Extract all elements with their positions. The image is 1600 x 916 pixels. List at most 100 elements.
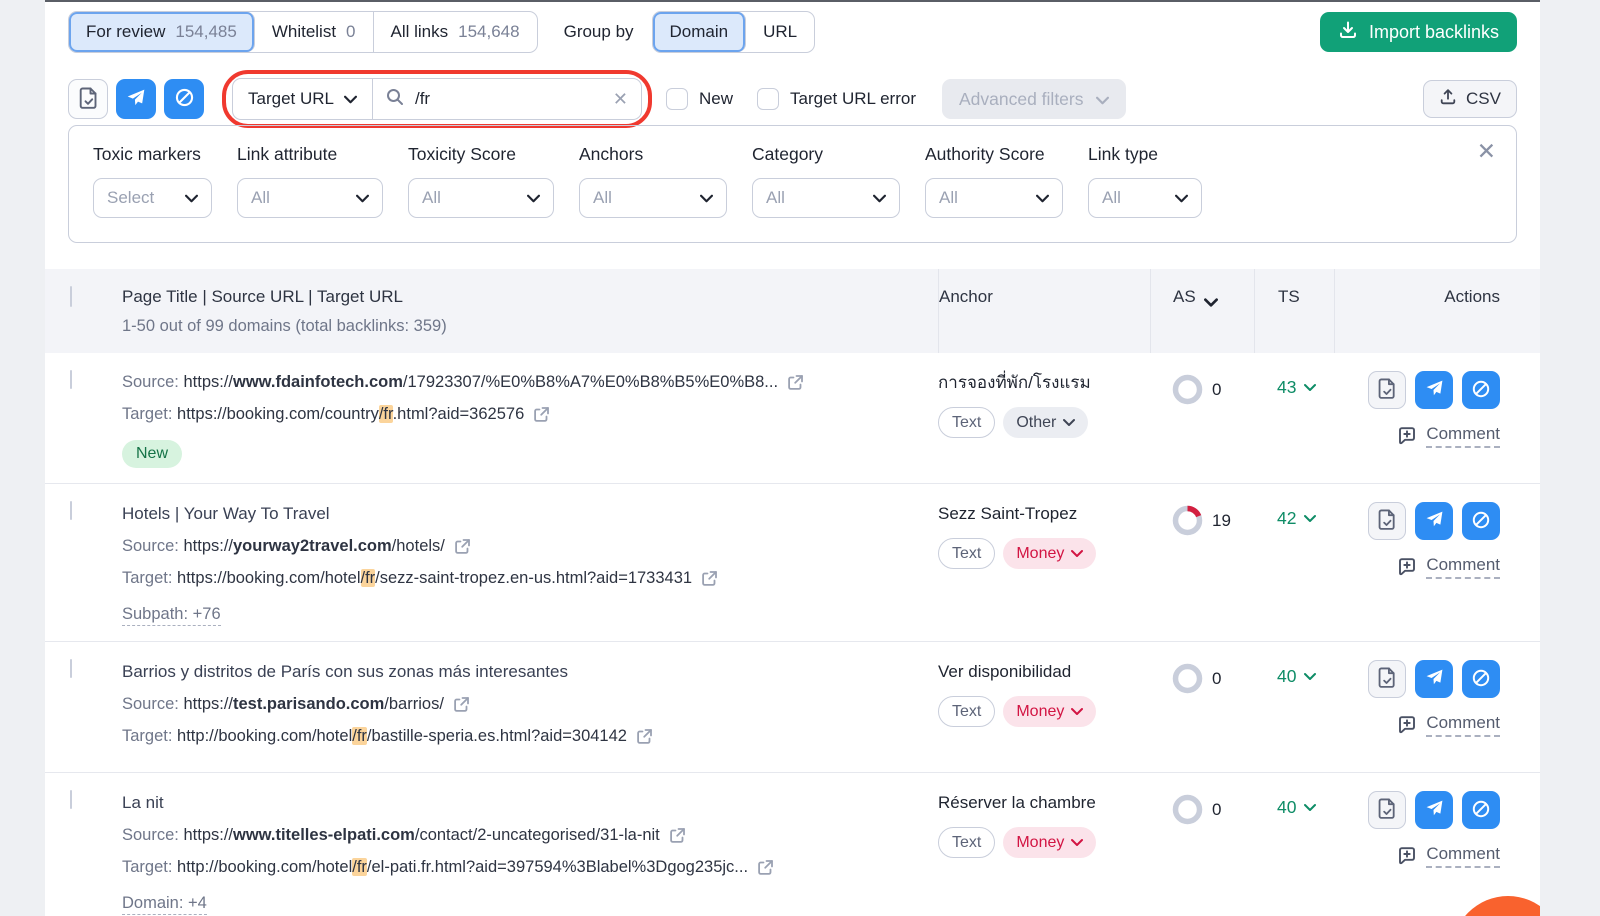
- filter-toxic-markers: Toxic markers Select: [93, 144, 212, 218]
- category-tag-dropdown[interactable]: Money: [1003, 827, 1096, 858]
- keep-for-review-button[interactable]: [1368, 502, 1406, 540]
- external-link-icon[interactable]: [701, 570, 718, 587]
- category-tag-dropdown[interactable]: Money: [1003, 696, 1096, 727]
- page-title[interactable]: La nit: [122, 791, 918, 814]
- comment-link[interactable]: Comment: [1334, 555, 1500, 579]
- expand-link[interactable]: Domain: +4: [122, 894, 207, 915]
- chevron-down-icon: [1063, 418, 1075, 427]
- source-url[interactable]: https://yourway2travel.com/hotels/: [183, 537, 444, 555]
- toxicity-score-dropdown[interactable]: 40: [1277, 797, 1334, 818]
- link-type-select[interactable]: All: [1088, 178, 1202, 218]
- group-by-url[interactable]: URL: [746, 12, 814, 52]
- table-row: La nitSource: https://www.titelles-elpat…: [45, 772, 1540, 916]
- toxicity-score-dropdown[interactable]: 40: [1277, 666, 1334, 687]
- external-link-icon[interactable]: [453, 696, 470, 713]
- search-field-dropdown[interactable]: Target URL: [233, 79, 373, 119]
- move-to-whitelist-button[interactable]: [116, 79, 156, 119]
- group-by-domain[interactable]: Domain: [653, 12, 747, 52]
- comment-link[interactable]: Comment: [1334, 424, 1500, 448]
- checkbox[interactable]: [757, 88, 779, 110]
- export-csv-button[interactable]: CSV: [1423, 80, 1517, 118]
- external-link-icon[interactable]: [636, 728, 653, 745]
- select-value: All: [251, 188, 270, 208]
- anchor-text: Réserver la chambre: [938, 791, 1150, 814]
- target-url-error-checkbox[interactable]: Target URL error: [757, 88, 916, 110]
- block-button[interactable]: [1462, 660, 1500, 698]
- toxic-markers-select[interactable]: Select: [93, 178, 212, 218]
- anchors-select[interactable]: All: [579, 178, 727, 218]
- block-button[interactable]: [1462, 791, 1500, 829]
- new-filter-checkbox[interactable]: New: [666, 88, 733, 110]
- external-link-icon[interactable]: [787, 374, 804, 391]
- sort-chevron-icon: [1204, 292, 1218, 312]
- source-url[interactable]: https://test.parisando.com/barrios/: [183, 695, 443, 713]
- category-select[interactable]: All: [752, 178, 900, 218]
- external-link-icon[interactable]: [454, 538, 471, 555]
- target-url[interactable]: http://booking.com/hotel/fr/el-pati.fr.h…: [177, 858, 748, 876]
- tab-count: 154,485: [175, 22, 236, 42]
- chevron-down-icon: [344, 89, 357, 109]
- keep-for-review-button[interactable]: [1368, 791, 1406, 829]
- external-link-icon[interactable]: [533, 406, 550, 423]
- move-to-blocklist-button[interactable]: [164, 79, 204, 119]
- advanced-filters-dropdown[interactable]: Advanced filters: [942, 79, 1126, 119]
- source-url[interactable]: https://www.titelles-elpati.com/contact/…: [183, 826, 659, 844]
- whitelist-button[interactable]: [1415, 502, 1453, 540]
- authority-score-value: 0: [1212, 669, 1221, 689]
- category-tag-dropdown[interactable]: Money: [1003, 538, 1096, 569]
- filter-label: Toxicity Score: [408, 144, 554, 165]
- row-checkbox[interactable]: [70, 370, 72, 389]
- link-type-tag: Text: [938, 696, 995, 727]
- checkbox[interactable]: [666, 88, 688, 110]
- comment-label: Comment: [1426, 555, 1500, 579]
- block-button[interactable]: [1462, 371, 1500, 409]
- tab-whitelist[interactable]: Whitelist 0: [255, 12, 374, 52]
- comment-link[interactable]: Comment: [1334, 713, 1500, 737]
- filter-label: Link type: [1088, 144, 1202, 165]
- comment-link[interactable]: Comment: [1334, 844, 1500, 868]
- paper-plane-icon: [1425, 510, 1444, 532]
- authority-score-select[interactable]: All: [925, 178, 1063, 218]
- external-link-icon[interactable]: [669, 827, 686, 844]
- chevron-down-icon: [700, 188, 713, 208]
- keep-for-review-button[interactable]: [1368, 660, 1406, 698]
- clear-search-icon[interactable]: ✕: [613, 90, 628, 108]
- chevron-down-icon: [1071, 838, 1083, 847]
- row-checkbox[interactable]: [70, 659, 72, 678]
- comment-label: Comment: [1426, 713, 1500, 737]
- target-url[interactable]: http://booking.com/hotel/fr/bastille-spe…: [177, 727, 627, 745]
- category-tag-dropdown[interactable]: Other: [1003, 407, 1088, 438]
- whitelist-button[interactable]: [1415, 660, 1453, 698]
- tab-for-review[interactable]: For review 154,485: [69, 12, 255, 52]
- select-all-checkbox[interactable]: [70, 286, 72, 307]
- tab-all-links[interactable]: All links 154,648: [374, 12, 537, 52]
- toxicity-score-dropdown[interactable]: 43: [1277, 377, 1334, 398]
- close-icon[interactable]: ✕: [1477, 140, 1496, 163]
- tab-label: Whitelist: [272, 22, 336, 42]
- row-checkbox[interactable]: [70, 501, 72, 520]
- search-input[interactable]: /fr: [373, 88, 613, 111]
- target-url[interactable]: https://booking.com/hotel/fr/sezz-saint-…: [177, 569, 692, 587]
- page-title[interactable]: Barrios y distritos de París con sus zon…: [122, 660, 918, 683]
- whitelist-button[interactable]: [1415, 791, 1453, 829]
- import-backlinks-button[interactable]: Import backlinks: [1320, 12, 1517, 52]
- expand-link[interactable]: Subpath: +76: [122, 605, 221, 626]
- keep-for-review-button[interactable]: [1368, 371, 1406, 409]
- anchor-text: Ver disponibilidad: [938, 660, 1150, 683]
- page-title[interactable]: Hotels | Your Way To Travel: [122, 502, 918, 525]
- tab-count: 154,648: [458, 22, 519, 42]
- source-url[interactable]: https://www.fdainfotech.com/17923307/%E0…: [183, 373, 778, 391]
- whitelist-button[interactable]: [1415, 371, 1453, 409]
- filter-label: Anchors: [579, 144, 727, 165]
- external-link-icon[interactable]: [757, 859, 774, 876]
- filter-category: Category All: [752, 144, 900, 218]
- link-attribute-select[interactable]: All: [237, 178, 383, 218]
- move-to-review-button[interactable]: [68, 79, 108, 119]
- row-checkbox[interactable]: [70, 790, 72, 809]
- toxicity-score-dropdown[interactable]: 42: [1277, 508, 1334, 529]
- toxicity-score-select[interactable]: All: [408, 178, 554, 218]
- filter-anchors: Anchors All: [579, 144, 727, 218]
- block-button[interactable]: [1462, 502, 1500, 540]
- column-authority-score[interactable]: AS: [1150, 269, 1254, 353]
- target-url[interactable]: https://booking.com/country/fr.html?aid=…: [177, 405, 524, 423]
